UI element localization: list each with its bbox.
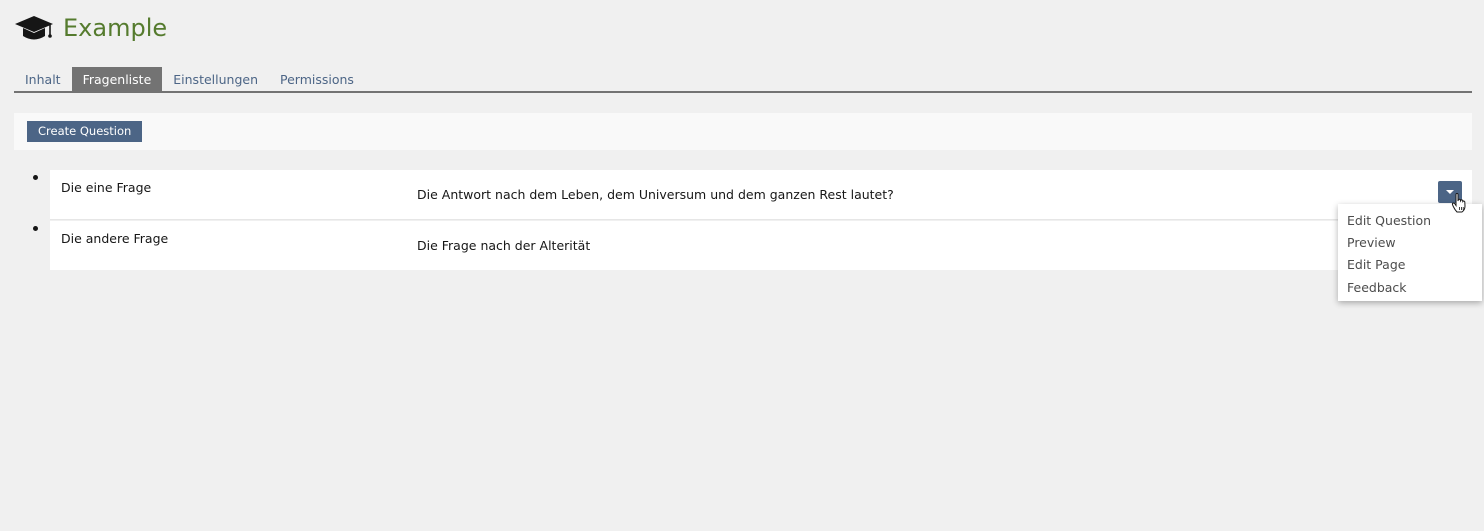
actions-dropdown-menu: Edit Question Preview Edit Page Feedback (1338, 204, 1482, 301)
page-title: Example (63, 14, 168, 42)
tab-bar: Inhalt Fragenliste Einstellungen Permiss… (14, 67, 1472, 93)
question-row: Die andere Frage Die Frage nach der Alte… (50, 221, 1472, 270)
menu-item-preview[interactable]: Preview (1347, 235, 1396, 250)
tab-einstellungen[interactable]: Einstellungen (162, 67, 269, 91)
tab-permissions[interactable]: Permissions (269, 67, 365, 91)
tab-fragenliste[interactable]: Fragenliste (71, 67, 163, 91)
toolbar: Create Question (14, 113, 1472, 150)
menu-item-feedback[interactable]: Feedback (1347, 280, 1407, 295)
list-bullet (33, 175, 38, 180)
question-text: Die Frage nach der Alterität (417, 238, 591, 253)
question-row: Die eine Frage Die Antwort nach dem Lebe… (50, 170, 1472, 220)
page-header: Example (14, 10, 167, 46)
hand-cursor-icon (1451, 193, 1466, 213)
list-bullet (33, 226, 38, 231)
create-question-button[interactable]: Create Question (27, 121, 143, 142)
question-title: Die andere Frage (61, 231, 169, 246)
menu-item-edit-question[interactable]: Edit Question (1347, 213, 1431, 228)
graduation-cap-icon (15, 16, 53, 40)
menu-item-edit-page[interactable]: Edit Page (1347, 257, 1405, 272)
question-title: Die eine Frage (61, 180, 152, 195)
question-text: Die Antwort nach dem Leben, dem Universu… (417, 187, 894, 202)
tab-inhalt[interactable]: Inhalt (14, 67, 72, 91)
